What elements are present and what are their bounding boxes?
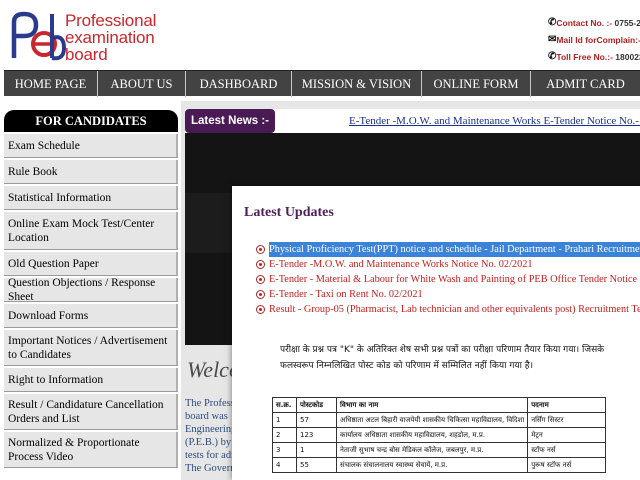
candidate-sidebar: FOR CANDIDATES Exam Schedule Rule Book S… xyxy=(4,110,178,468)
update-item[interactable]: E-Tender -M.O.W. and Maintenance Works N… xyxy=(256,257,636,272)
bullet-icon xyxy=(256,260,265,269)
table-row: 3 1 नेताजी सुभाष चन्द्र बोस मेडिकल कॉलेज… xyxy=(272,442,606,458)
nav-dashboard[interactable]: DASHBOARD xyxy=(186,71,292,97)
table-cell: 55 xyxy=(296,457,337,473)
table-header: पदनाम xyxy=(527,397,606,413)
update-link[interactable]: Result - Group-05 (Pharmacist, Lab techn… xyxy=(269,302,640,317)
brand-name: Professional examination board xyxy=(65,12,156,63)
update-item[interactable]: Result - Group-05 (Pharmacist, Lab techn… xyxy=(256,302,640,317)
sidebar-item-download-forms[interactable]: Download Forms xyxy=(4,304,178,328)
table-row: 2 123 कार्यालय अधिष्ठाता शासकीय महाविद्य… xyxy=(272,427,606,443)
phone-icon: ✆ xyxy=(548,51,557,62)
sidebar-title: FOR CANDIDATES xyxy=(4,110,178,132)
sidebar-item-rule-book[interactable]: Rule Book xyxy=(4,160,178,184)
sidebar-item-right-to-information[interactable]: Right to Information xyxy=(4,368,178,392)
site-header: Professional examination board ✆ Contact… xyxy=(0,0,640,70)
tollfree-row: ✆ Toll Free No.:- 18002337 xyxy=(548,48,640,65)
table-cell: मेट्रन xyxy=(527,427,606,443)
table-cell: पुरूष स्टॉफ नर्स xyxy=(527,457,606,473)
sidebar-item-question-objections[interactable]: Question Objections / Response Sheet xyxy=(4,277,178,303)
nav-mission-vision[interactable]: MISSION & VISION xyxy=(292,71,422,97)
table-cell: 123 xyxy=(296,427,337,443)
news-ticker-link[interactable]: E-Tender -M.O.W. and Maintenance Works E… xyxy=(349,115,640,127)
sidebar-item-mock-test[interactable]: Online Exam Mock Test/Center Location xyxy=(4,212,178,250)
sidebar-item-old-question-paper[interactable]: Old Question Paper xyxy=(4,252,178,276)
news-label: Latest News :- xyxy=(185,109,275,133)
update-item[interactable]: Physical Proficiency Test(PPT) notice an… xyxy=(256,242,640,257)
table-cell: अधिष्ठाता अटल बिहारी वाजपेयी शासकीय चिकि… xyxy=(335,412,529,428)
table-cell: कार्यालय अधिष्ठाता शासकीय महाविद्यालय, श… xyxy=(335,427,529,443)
sidebar-item-exam-schedule[interactable]: Exam Schedule xyxy=(4,134,178,158)
phone-icon: ✆ xyxy=(548,17,557,28)
update-link[interactable]: E-Tender - Taxi on Rent No. 02/2021 xyxy=(269,287,423,302)
table-row: 4 55 संचालक संचालनालय स्वास्थ्य सेवायें,… xyxy=(272,457,606,473)
table-cell: 1 xyxy=(296,442,337,458)
notice-table: स.क्र. पोस्टकोड विभाग का नाम पदनाम 1 57 … xyxy=(272,397,606,473)
nav-about-us[interactable]: ABOUT US xyxy=(98,71,186,97)
nav-online-form[interactable]: ONLINE FORM xyxy=(422,71,531,97)
peb-logo[interactable] xyxy=(6,8,66,64)
table-cell: 1 xyxy=(272,412,297,428)
notice-image: परीक्षा के प्रश्न पत्र "K" के अतिरिक्त श… xyxy=(268,334,613,480)
nav-admit-card[interactable]: ADMIT CARD xyxy=(531,71,640,97)
sidebar-item-result-orders[interactable]: Result / Candidature Cancellation Orders… xyxy=(4,394,178,430)
main-nav: HOME PAGE ABOUT US DASHBOARD MISSION & V… xyxy=(4,70,640,97)
contact-row: ✆ Contact No. :- 0755-2578801 xyxy=(548,14,640,31)
tollfree-label: Toll Free No.:- xyxy=(556,51,613,62)
notice-text: परीक्षा के प्रश्न पत्र "K" के अतिरिक्त श… xyxy=(280,345,605,371)
bullet-icon xyxy=(256,275,265,284)
bullet-icon xyxy=(256,290,265,299)
update-link[interactable]: E-Tender -M.O.W. and Maintenance Works N… xyxy=(269,257,533,272)
update-item[interactable]: E-Tender - Taxi on Rent No. 02/2021 xyxy=(256,287,636,302)
table-header: पोस्टकोड xyxy=(296,397,337,413)
mail-row: ✉ Mail Id forComplain:- com xyxy=(548,31,640,48)
sidebar-item-statistical-info[interactable]: Statistical Information xyxy=(4,186,178,210)
table-cell: 3 xyxy=(272,442,297,458)
table-cell: स्टॉफ नर्स xyxy=(527,442,606,458)
updates-list: Physical Proficiency Test(PPT) notice an… xyxy=(256,242,640,317)
table-header: स.क्र. xyxy=(272,397,297,413)
table-row: 1 57 अधिष्ठाता अटल बिहारी वाजपेयी शासकीय… xyxy=(272,412,606,428)
table-cell: नर्सिंग सिस्टर xyxy=(527,412,606,428)
contact-info: ✆ Contact No. :- 0755-2578801 ✉ Mail Id … xyxy=(548,14,640,65)
latest-updates-modal: Latest Updates Physical Proficiency Test… xyxy=(232,186,640,480)
bullet-icon xyxy=(256,245,265,254)
sidebar-item-normalized-video[interactable]: Normalized & Proportionate Process Video xyxy=(4,432,178,468)
brand-line-3: board xyxy=(65,45,108,64)
nav-home[interactable]: HOME PAGE xyxy=(4,71,98,97)
table-cell: 2 xyxy=(272,427,297,443)
bullet-icon xyxy=(256,305,265,314)
brand-line-1: Professional xyxy=(65,11,157,30)
table-cell: 57 xyxy=(296,412,337,428)
mail-label: Mail Id forComplain:- xyxy=(556,34,640,45)
news-ticker: Latest News :- E-Tender -M.O.W. and Main… xyxy=(185,109,640,133)
table-header: विभाग का नाम xyxy=(335,397,529,413)
update-link[interactable]: E-Tender - Material & Labour for White W… xyxy=(269,272,640,287)
mail-icon: ✉ xyxy=(548,34,557,45)
table-cell: 4 xyxy=(272,457,297,473)
table-cell: नेताजी सुभाष चन्द्र बोस मेडिकल कॉलेज, जब… xyxy=(335,442,529,458)
brand-line-2: examination xyxy=(65,28,155,47)
tollfree-value: 18002337 xyxy=(615,51,640,62)
update-link[interactable]: Physical Proficiency Test(PPT) notice an… xyxy=(269,242,640,257)
sidebar-item-important-notices[interactable]: Important Notices / Advertisement to Can… xyxy=(4,330,178,366)
contact-label: Contact No. :- xyxy=(556,17,613,28)
table-cell: संचालक संचालनालय स्वास्थ्य सेवायें, म.प्… xyxy=(335,457,529,473)
modal-title: Latest Updates xyxy=(244,205,334,220)
update-item[interactable]: E-Tender - Material & Labour for White W… xyxy=(256,272,640,287)
table-header-row: स.क्र. पोस्टकोड विभाग का नाम पदनाम xyxy=(272,397,606,413)
contact-value: 0755-2578801 xyxy=(614,17,640,28)
